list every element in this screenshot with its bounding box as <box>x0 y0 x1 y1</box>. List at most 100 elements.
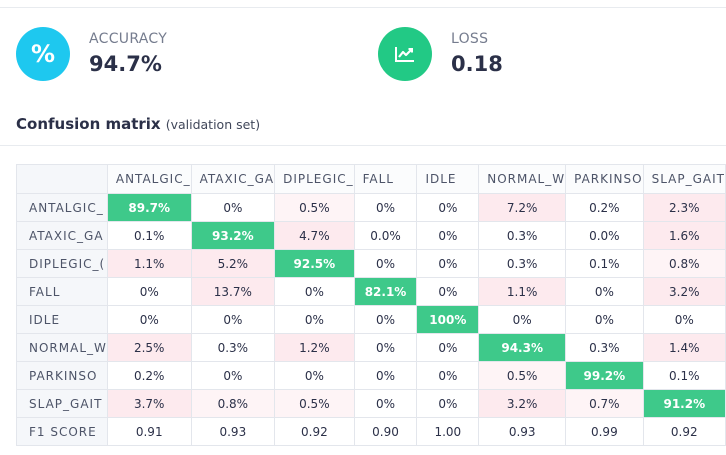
matrix-cell: 0% <box>353 193 418 222</box>
matrix-cell: 0% <box>565 277 644 306</box>
f1-score-label: F1 SCORE <box>16 417 108 446</box>
matrix-cell: 2.5% <box>106 333 192 362</box>
matrix-cell: 1.4% <box>642 333 726 362</box>
row-header: IDLE <box>16 305 108 334</box>
matrix-cell: 0% <box>416 361 480 390</box>
matrix-cell: 0.5% <box>478 361 567 390</box>
f1-score-cell: 0.99 <box>565 417 644 446</box>
matrix-cell: 0% <box>353 361 418 390</box>
loss-label: LOSS <box>451 31 489 47</box>
matrix-cell: 1.6% <box>642 221 726 250</box>
matrix-cell: 13.7% <box>190 277 276 306</box>
matrix-cell-correct: 93.2% <box>190 221 276 250</box>
matrix-cell: 1.1% <box>478 277 567 306</box>
matrix-row: NORMAL_W 2.5% 0.3% 1.2% 0% 0% 94.3% 0.3% 1.4% <box>16 333 726 362</box>
matrix-cell-correct: 99.2% <box>565 361 644 390</box>
column-header: NORMAL_W <box>478 164 567 194</box>
matrix-cell: 0% <box>416 221 480 250</box>
matrix-cell: 0% <box>353 333 418 362</box>
matrix-cell: 0% <box>416 193 480 222</box>
accuracy-value: 94.7% <box>89 52 162 76</box>
matrix-cell: 0.1% <box>106 221 192 250</box>
confusion-matrix-subtitle: (validation set) <box>165 117 261 132</box>
matrix-cell: 4.7% <box>274 221 355 250</box>
f1-score-cell: 0.91 <box>106 417 192 446</box>
matrix-cell: 0% <box>565 305 644 334</box>
row-header: NORMAL_W <box>16 333 108 362</box>
matrix-row: ATAXIC_GA 0.1% 93.2% 4.7% 0.0% 0% 0.3% 0.0% 1.6% <box>16 221 726 250</box>
matrix-cell: 0% <box>190 305 276 334</box>
matrix-cell: 0.8% <box>642 249 726 278</box>
matrix-cell: 0% <box>353 305 418 334</box>
matrix-cell: 0.2% <box>106 361 192 390</box>
matrix-cell: 0.1% <box>565 249 644 278</box>
matrix-cell: 0.2% <box>565 193 644 222</box>
row-header: PARKINSO <box>16 361 108 390</box>
matrix-cell: 0% <box>274 361 355 390</box>
matrix-row: FALL 0% 13.7% 0% 82.1% 0% 1.1% 0% 3.2% <box>16 277 726 306</box>
matrix-cell: 0% <box>190 361 276 390</box>
row-header: ANTALGIC_ <box>16 193 108 222</box>
matrix-row: PARKINSO 0.2% 0% 0% 0% 0% 0.5% 99.2% 0.1% <box>16 361 726 390</box>
loss-metric: LOSS 0.18 <box>378 26 503 82</box>
column-header: ATAXIC_GA <box>190 164 276 194</box>
f1-score-row: F1 SCORE 0.91 0.93 0.92 0.90 1.00 0.93 0.99 0.92 <box>16 417 726 446</box>
matrix-cell: 3.7% <box>106 389 192 418</box>
matrix-cell: 3.2% <box>642 277 726 306</box>
f1-score-cell: 0.92 <box>642 417 726 446</box>
matrix-body: ANTALGIC_ 89.7% 0% 0.5% 0% 0% 7.2% 0.2% 2.3% ATAX… <box>16 193 726 446</box>
percent-icon: % <box>16 27 70 81</box>
matrix-cell: 3.2% <box>478 389 567 418</box>
matrix-cell: 0% <box>416 277 480 306</box>
confusion-matrix-title: Confusion matrix <box>16 115 161 133</box>
accuracy-label: ACCURACY <box>89 31 168 47</box>
column-header: ANTALGIC_ <box>106 164 192 194</box>
column-header: PARKINSO <box>565 164 644 194</box>
f1-score-cell: 0.92 <box>274 417 355 446</box>
row-header: FALL <box>16 277 108 306</box>
matrix-cell: 0% <box>478 305 567 334</box>
column-header: IDLE <box>416 164 480 194</box>
matrix-cell: 0% <box>274 277 355 306</box>
column-header: FALL <box>353 164 418 194</box>
matrix-cell-correct: 89.7% <box>106 193 192 222</box>
matrix-cell: 5.2% <box>190 249 276 278</box>
accuracy-metric: % ACCURACY 94.7% <box>16 26 167 82</box>
loss-value: 0.18 <box>451 52 503 76</box>
confusion-matrix-heading: Confusion matrix (validation set) <box>16 114 260 133</box>
matrix-cell: 0% <box>353 249 418 278</box>
matrix-cell: 0.3% <box>478 221 567 250</box>
f1-score-cell: 0.90 <box>353 417 418 446</box>
matrix-row: SLAP_GAIT 3.7% 0.8% 0.5% 0% 0% 3.2% 0.7% 91.2% <box>16 389 726 418</box>
matrix-row: DIPLEGIC_(1.1% 5.2% 92.5% 0% 0% 0.3% 0.1% 0.8% <box>16 249 726 278</box>
matrix-cell: 7.2% <box>478 193 567 222</box>
f1-score-cell: 0.93 <box>478 417 567 446</box>
matrix-cell: 0.3% <box>190 333 276 362</box>
matrix-cell: 0% <box>106 277 192 306</box>
matrix-cell: 0.5% <box>274 193 355 222</box>
matrix-cell: 0.5% <box>274 389 355 418</box>
top-divider <box>0 7 726 8</box>
matrix-cell: 0.3% <box>478 249 567 278</box>
column-header: DIPLEGIC_ <box>274 164 355 194</box>
matrix-row: ANTALGIC_ 89.7% 0% 0.5% 0% 0% 7.2% 0.2% 2.3% <box>16 193 726 222</box>
matrix-header-row: ANTALGIC_ ATAXIC_GA DIPLEGIC_ FALL IDLE NORMA… <box>16 164 726 194</box>
matrix-cell: 0.0% <box>565 221 644 250</box>
matrix-cell: 0.7% <box>565 389 644 418</box>
section-divider <box>0 145 726 146</box>
matrix-cell-correct: 94.3% <box>478 333 567 362</box>
matrix-cell-correct: 91.2% <box>642 389 726 418</box>
matrix-corner-cell <box>16 164 108 194</box>
confusion-matrix-table: ANTALGIC_ ATAXIC_GA DIPLEGIC_ FALL IDLE NORMA… <box>16 164 726 446</box>
matrix-row: IDLE 0% 0% 0% 0% 100% 0% 0% 0% <box>16 305 726 334</box>
matrix-cell-correct: 100% <box>416 305 480 334</box>
matrix-cell: 0% <box>416 333 480 362</box>
matrix-cell: 0% <box>274 305 355 334</box>
matrix-cell: 0% <box>642 305 726 334</box>
matrix-cell-correct: 82.1% <box>353 277 418 306</box>
matrix-cell: 0.8% <box>190 389 276 418</box>
matrix-cell-correct: 92.5% <box>274 249 355 278</box>
matrix-cell: 0% <box>106 305 192 334</box>
matrix-cell: 0.1% <box>642 361 726 390</box>
row-header: ATAXIC_GA <box>16 221 108 250</box>
